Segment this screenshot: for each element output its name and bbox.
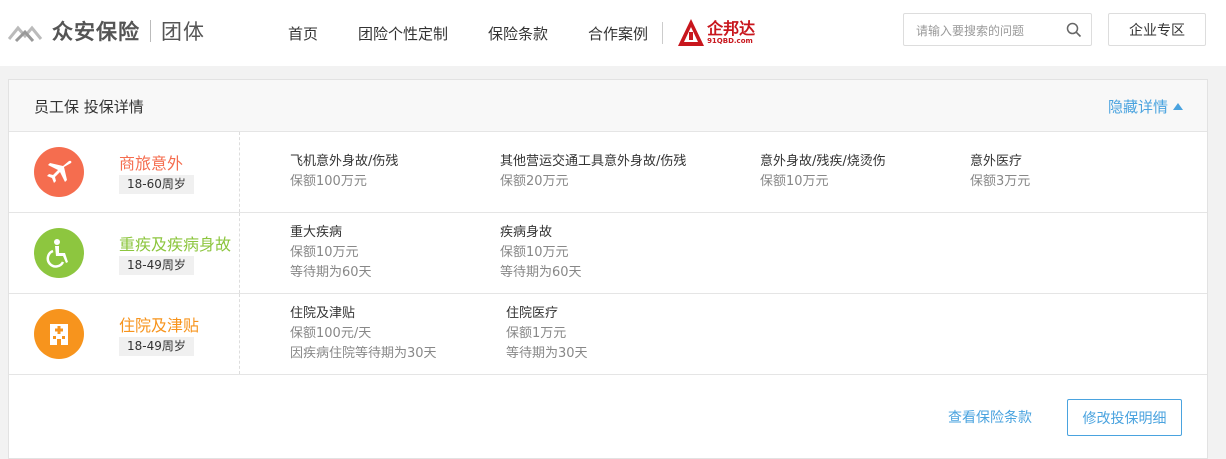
view-insurance-terms-link[interactable]: 查看保险条款	[948, 407, 1032, 427]
logo-subtitle: 团体	[161, 20, 205, 44]
coverage-item: 重大疾病 保额10万元 等待期为60天	[290, 223, 372, 283]
hide-details-toggle[interactable]: 隐藏详情	[1108, 96, 1183, 117]
nav-home[interactable]: 首页	[288, 23, 318, 44]
coverage-item-amount: 保额10万元	[500, 245, 569, 260]
coverage-item-waiting-period: 等待期为30天	[506, 346, 588, 361]
coverage-item-waiting-period: 等待期为60天	[290, 265, 372, 280]
age-range-badge: 18-60周岁	[119, 175, 194, 194]
coverage-item: 其他营运交通工具意外身故/伤残 保额20万元	[500, 152, 686, 192]
wheelchair-icon	[34, 228, 84, 278]
hospital-icon	[34, 309, 84, 359]
panel-header: 员工保 投保详情 隐藏详情	[9, 80, 1207, 132]
coverage-item: 住院医疗 保额1万元 等待期为30天	[506, 304, 588, 364]
coverage-item: 意外身故/残疾/烧烫伤 保额10万元	[760, 152, 886, 192]
coverage-item-name: 飞机意外身故/伤残	[290, 154, 399, 169]
search-input[interactable]	[914, 20, 1063, 42]
coverage-item-amount: 保额100元/天	[290, 326, 372, 341]
logo-divider	[150, 20, 151, 42]
search-icon[interactable]	[1066, 22, 1082, 38]
coverage-item: 住院及津贴 保额100元/天 因疾病住院等待期为30天	[290, 304, 437, 364]
coverage-category-name: 重疾及疾病身故	[119, 235, 232, 254]
hide-details-label: 隐藏详情	[1107, 98, 1168, 116]
coverage-item-waiting-period: 等待期为60天	[500, 265, 582, 280]
partner-url: 91QBD.com	[707, 37, 753, 45]
coverage-item-amount: 保额10万元	[290, 245, 359, 260]
partner-logo-icon	[678, 19, 705, 46]
nav-cases[interactable]: 合作案例	[588, 23, 648, 44]
coverage-item-name: 重大疾病	[290, 225, 343, 240]
partner-logo[interactable]: 企邦达 91QBD.com	[677, 18, 755, 48]
coverage-item-amount: 保额20万元	[500, 174, 569, 189]
coverage-item-name: 疾病身故	[500, 225, 553, 240]
coverage-item-amount: 保额1万元	[506, 326, 567, 341]
nav-insurance-terms[interactable]: 保险条款	[488, 23, 548, 44]
coverage-row-hospitalization: 住院及津贴 18-49周岁 住院及津贴 保额100元/天 因疾病住院等待期为30…	[9, 294, 1207, 375]
panel-title: 员工保 投保详情	[34, 98, 144, 116]
row-divider	[239, 294, 240, 374]
nav-custom-group-insurance[interactable]: 团险个性定制	[358, 23, 448, 44]
coverage-item: 飞机意外身故/伤残 保额100万元	[290, 152, 398, 192]
logo-text: 众安保险	[52, 20, 140, 44]
nav-divider	[662, 22, 664, 44]
modify-coverage-button[interactable]: 修改投保明细	[1067, 399, 1182, 436]
main-nav: 首页 团险个性定制 保险条款 合作案例 企邦达 91QBD.com	[288, 0, 755, 66]
coverage-item-name: 住院医疗	[506, 306, 559, 321]
coverage-item-waiting-period: 因疾病住院等待期为30天	[290, 346, 437, 361]
coverage-item-amount: 保额100万元	[290, 174, 367, 189]
insurance-detail-panel: 员工保 投保详情 隐藏详情 商旅意外 18-60周岁 飞机意外身故/伤残 保额1…	[8, 79, 1208, 459]
coverage-category-name: 商旅意外	[119, 154, 184, 173]
coverage-item: 意外医疗 保额3万元	[970, 152, 1030, 192]
partner-name: 企邦达	[707, 19, 756, 38]
coverage-item-name: 住院及津贴	[290, 306, 356, 321]
coverage-item-name: 意外身故/残疾/烧烫伤	[760, 154, 886, 169]
coverage-item: 疾病身故 保额10万元 等待期为60天	[500, 223, 582, 283]
caret-up-icon	[1173, 103, 1183, 110]
logo[interactable]: 众安保险 团体	[8, 14, 205, 48]
enterprise-zone-button[interactable]: 企业专区	[1108, 13, 1206, 46]
search-box	[903, 13, 1092, 46]
coverage-row-travel-accident: 商旅意外 18-60周岁 飞机意外身故/伤残 保额100万元 其他营运交通工具意…	[9, 132, 1207, 213]
airplane-icon	[34, 147, 84, 197]
coverage-item-amount: 保额10万元	[760, 174, 829, 189]
row-divider	[239, 213, 240, 293]
coverage-item-name: 其他营运交通工具意外身故/伤残	[500, 154, 687, 169]
logo-mark-icon	[8, 25, 43, 43]
age-range-badge: 18-49周岁	[119, 337, 194, 356]
coverage-item-name: 意外医疗	[970, 154, 1023, 169]
coverage-row-critical-illness: 重疾及疾病身故 18-49周岁 重大疾病 保额10万元 等待期为60天 疾病身故…	[9, 213, 1207, 294]
age-range-badge: 18-49周岁	[119, 256, 194, 275]
row-divider	[239, 132, 240, 212]
top-header: 众安保险 团体 首页 团险个性定制 保险条款 合作案例 企邦达 91QBD.co…	[0, 0, 1226, 66]
coverage-item-amount: 保额3万元	[970, 174, 1031, 189]
coverage-category-name: 住院及津贴	[119, 316, 200, 335]
